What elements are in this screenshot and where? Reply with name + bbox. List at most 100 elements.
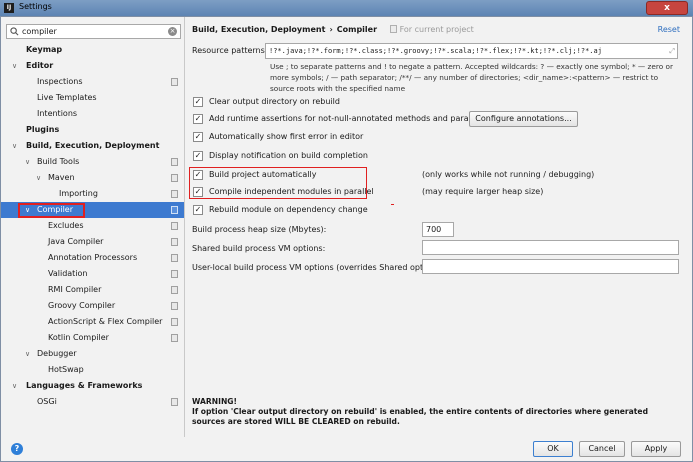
ok-button[interactable]: OK	[533, 441, 573, 457]
tree-item-build-execution-deployment[interactable]: ∨ Build, Execution, Deployment	[1, 138, 184, 154]
tree-item-plugins[interactable]: Plugins	[1, 122, 184, 138]
checkbox-label: Compile independent modules in parallel	[209, 187, 374, 196]
checkbox[interactable]: ✓	[193, 132, 203, 142]
project-scope-icon	[171, 398, 178, 406]
window-title: Settings	[19, 2, 52, 11]
tree-item-label: Java Compiler	[48, 237, 104, 246]
compiler-settings-panel: Build, Execution, Deployment › Compiler Fo…	[186, 17, 692, 437]
checkbox[interactable]: ✓	[193, 97, 203, 107]
tree-item-actionscript-flex-compiler[interactable]: ActionScript & Flex Compiler	[1, 314, 184, 330]
settings-sidebar: compiler × Keymap ∨ Editor Inspections L…	[1, 17, 185, 437]
chevron-down-icon[interactable]: ∨	[25, 346, 30, 362]
breadcrumb-current: Compiler	[336, 25, 378, 34]
tree-item-label: Groovy Compiler	[48, 301, 116, 310]
apply-button[interactable]: Apply	[631, 441, 681, 457]
resource-patterns-help: Use ; to separate patterns and ! to nega…	[270, 62, 673, 93]
project-scope-icon	[171, 286, 178, 294]
tree-item-excludes[interactable]: Excludes	[1, 218, 184, 234]
shared-vm-options-input[interactable]	[422, 240, 679, 255]
chevron-down-icon[interactable]: ∨	[36, 170, 41, 186]
tree-item-build-tools[interactable]: ∨ Build Tools	[1, 154, 184, 170]
project-scope-icon	[171, 238, 178, 246]
tree-item-hotswap[interactable]: HotSwap	[1, 362, 184, 378]
tree-item-label: OSGi	[37, 397, 57, 406]
annotation-mark	[391, 204, 394, 205]
user-vm-options-input[interactable]	[422, 259, 679, 274]
resource-patterns-value: !?*.java;!?*.form;!?*.class;!?*.groovy;!…	[269, 47, 602, 55]
project-scope-icon	[171, 190, 178, 198]
breadcrumb-scope: For current project	[399, 25, 474, 34]
project-scope-icon	[171, 302, 178, 310]
tree-item-label: Excludes	[48, 221, 84, 230]
checkbox[interactable]: ✓	[193, 151, 203, 161]
project-scope-icon	[171, 334, 178, 342]
tree-item-groovy-compiler[interactable]: Groovy Compiler	[1, 298, 184, 314]
tree-item-importing[interactable]: Importing	[1, 186, 184, 202]
chevron-down-icon[interactable]: ∨	[12, 378, 17, 394]
breadcrumb: Build, Execution, Deployment › Compiler Fo…	[192, 25, 474, 34]
checkbox[interactable]: ✓	[193, 114, 203, 124]
checkbox-label: Add runtime assertions for not-null-anno…	[209, 114, 497, 123]
resource-patterns-label: Resource patterns:	[192, 46, 268, 55]
tree-item-label: Maven	[48, 173, 75, 182]
highlight-box	[18, 203, 85, 218]
configure-annotations-button[interactable]: Configure annotations...	[469, 111, 578, 127]
reset-link[interactable]: Reset	[658, 25, 680, 34]
tree-item-validation[interactable]: Validation	[1, 266, 184, 282]
tree-item-debugger[interactable]: ∨ Debugger	[1, 346, 184, 362]
tree-item-java-compiler[interactable]: Java Compiler	[1, 234, 184, 250]
checkbox[interactable]: ✓	[193, 205, 203, 215]
breadcrumb-separator: ›	[329, 25, 333, 34]
tree-item-live-templates[interactable]: Live Templates	[1, 90, 184, 106]
heap-size-input[interactable]: 700	[422, 222, 454, 237]
tree-item-label: HotSwap	[48, 365, 84, 374]
checkbox[interactable]: ✓	[193, 170, 203, 180]
tree-item-label: ActionScript & Flex Compiler	[48, 317, 163, 326]
search-input[interactable]: compiler ×	[6, 24, 181, 39]
tree-item-label: Kotlin Compiler	[48, 333, 109, 342]
search-icon	[10, 27, 19, 36]
tree-item-rmi-compiler[interactable]: RMI Compiler	[1, 282, 184, 298]
project-scope-icon	[171, 158, 178, 166]
breadcrumb-parent: Build, Execution, Deployment	[192, 25, 326, 34]
project-scope-icon	[171, 78, 178, 86]
settings-window: compiler × Keymap ∨ Editor Inspections L…	[0, 16, 693, 462]
checkbox-label: Clear output directory on rebuild	[209, 97, 340, 106]
tree-item-editor[interactable]: ∨ Editor	[1, 58, 184, 74]
tree-item-maven[interactable]: ∨ Maven	[1, 170, 184, 186]
tree-item-label: Annotation Processors	[48, 253, 138, 262]
tree-item-inspections[interactable]: Inspections	[1, 74, 184, 90]
checkbox-label: Rebuild module on dependency change	[209, 205, 368, 214]
tree-item-kotlin-compiler[interactable]: Kotlin Compiler	[1, 330, 184, 346]
checkbox-label: Display notification on build completion	[209, 151, 368, 160]
tree-item-keymap[interactable]: Keymap	[1, 42, 184, 58]
tree-item-label: Languages & Frameworks	[26, 381, 143, 390]
close-button[interactable]: x	[646, 1, 688, 15]
tree-item-label: Editor	[26, 61, 54, 70]
checkbox[interactable]: ✓	[193, 187, 203, 197]
dialog-footer: ? OK Cancel Apply	[1, 437, 692, 461]
tree-item-osgi[interactable]: OSGi	[1, 394, 184, 410]
tree-item-annotation-processors[interactable]: Annotation Processors	[1, 250, 184, 266]
chevron-down-icon[interactable]: ∨	[12, 138, 17, 154]
checkbox-label: Build project automatically	[209, 170, 317, 179]
tree-item-label: Plugins	[26, 125, 60, 134]
project-scope-icon	[171, 206, 178, 214]
help-icon[interactable]: ?	[11, 443, 23, 455]
project-scope-icon	[171, 254, 178, 262]
chevron-down-icon[interactable]: ∨	[12, 58, 17, 74]
tree-item-label: Live Templates	[37, 93, 97, 102]
tree-item-label: Inspections	[37, 77, 83, 86]
cancel-button[interactable]: Cancel	[579, 441, 625, 457]
resource-patterns-input[interactable]: !?*.java;!?*.form;!?*.class;!?*.groovy;!…	[265, 43, 678, 59]
parallel-compile-note: (may require larger heap size)	[422, 187, 544, 196]
tree-item-languages-frameworks[interactable]: ∨ Languages & Frameworks	[1, 378, 184, 394]
project-scope-icon	[171, 174, 178, 182]
expand-icon[interactable]: ⤢	[669, 44, 675, 58]
tree-item-label: Validation	[48, 269, 88, 278]
tree-item-intentions[interactable]: Intentions	[1, 106, 184, 122]
shared-vm-options-label: Shared build process VM options:	[192, 244, 326, 253]
clear-icon[interactable]: ×	[168, 27, 177, 36]
checkbox-label: Automatically show first error in editor	[209, 132, 364, 141]
chevron-down-icon[interactable]: ∨	[25, 154, 30, 170]
